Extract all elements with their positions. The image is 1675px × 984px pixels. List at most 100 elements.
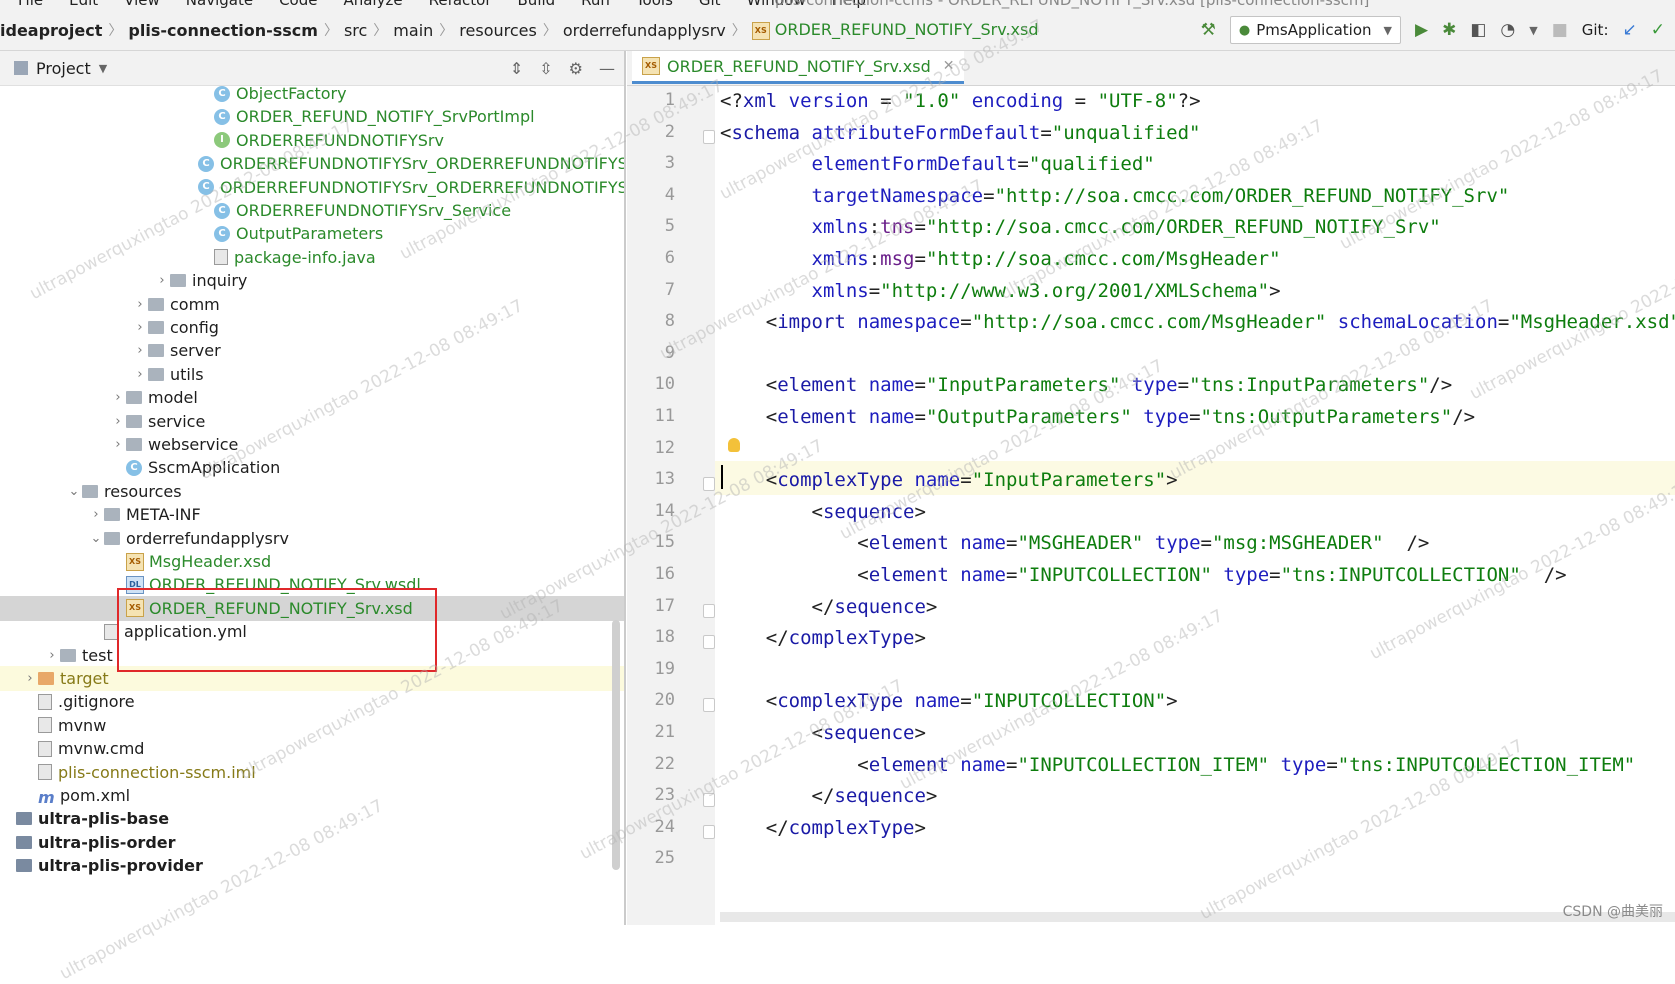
code-token: = <box>914 216 926 239</box>
tree-item[interactable]: › inquiry <box>0 268 625 293</box>
project-panel-title[interactable]: Project ▼ <box>14 59 107 78</box>
fold-marker-icon[interactable] <box>703 698 715 713</box>
menu-item[interactable]: View <box>124 0 160 9</box>
line-number: 1 <box>664 90 675 110</box>
tree-item[interactable]: .gitignore <box>0 689 625 714</box>
chevron-right-icon[interactable]: › <box>110 437 126 452</box>
tree-item[interactable]: plis-connection-sscm.iml <box>0 760 625 785</box>
tree-item[interactable]: ⌄ orderrefundapplysrv <box>0 526 625 551</box>
breadcrumb-item[interactable]: plis-connection-sscm <box>122 21 324 40</box>
breadcrumb-item-current[interactable]: XS ORDER_REFUND_NOTIFY_Srv.xsd <box>746 20 1045 40</box>
chevron-down-icon[interactable]: ▼ <box>1529 24 1537 37</box>
menu-item[interactable]: Git <box>699 0 721 9</box>
tree-item[interactable]: › comm <box>0 292 625 317</box>
collapse-all-icon[interactable]: ⇳ <box>539 59 552 78</box>
breadcrumb-item[interactable]: src <box>338 21 373 40</box>
close-icon[interactable]: ✕ <box>943 58 955 74</box>
code-line: </sequence> <box>720 781 938 811</box>
java-class-icon: C <box>198 179 214 196</box>
menu-item[interactable]: Refactor <box>429 0 492 9</box>
chevron-right-icon[interactable]: › <box>44 648 60 663</box>
breadcrumb-item[interactable]: main <box>387 21 439 40</box>
fold-marker-icon[interactable] <box>703 824 715 839</box>
stop-icon[interactable]: ■ <box>1552 20 1568 40</box>
tree-item[interactable]: XS MsgHeader.xsd <box>0 549 625 574</box>
xsd-file-icon: XS <box>642 57 660 75</box>
tree-item[interactable]: C SscmApplication <box>0 455 625 480</box>
tree-item[interactable]: C OutputParameters <box>0 221 625 246</box>
menu-item[interactable]: Build <box>518 0 556 9</box>
code-token: complexType <box>777 690 915 713</box>
code-token: < <box>720 690 778 713</box>
tree-item[interactable]: mvnw.cmd <box>0 736 625 761</box>
fold-marker-icon[interactable] <box>703 635 715 650</box>
breadcrumb-item[interactable]: ideaproject <box>0 21 108 40</box>
debug-icon[interactable]: ✱ <box>1442 20 1456 40</box>
code-editor[interactable]: <?xml version = "1.0" encoding = "UTF-8"… <box>720 86 1675 925</box>
tree-item[interactable]: m pom.xml <box>0 783 625 808</box>
chevron-right-icon[interactable]: › <box>132 343 148 358</box>
menu-item[interactable]: Code <box>279 0 317 9</box>
chevron-down-icon[interactable]: ⌄ <box>66 484 82 499</box>
chevron-right-icon[interactable]: › <box>132 297 148 312</box>
chevron-right-icon[interactable]: › <box>110 390 126 405</box>
breadcrumb-item[interactable]: resources <box>453 21 543 40</box>
code-token: element <box>868 532 961 555</box>
tree-item[interactable]: ultra-plis-base <box>0 806 625 831</box>
expand-all-icon[interactable]: ⇕ <box>510 59 523 78</box>
panel-splitter[interactable] <box>624 51 626 925</box>
tree-item[interactable]: I ORDERREFUNDNOTIFYSrv <box>0 128 625 153</box>
line-number: 10 <box>654 374 675 395</box>
fold-marker-icon[interactable] <box>703 129 715 144</box>
breadcrumb-item[interactable]: orderrefundapplysrv <box>557 21 732 40</box>
chevron-right-icon[interactable]: › <box>154 273 170 288</box>
minimize-icon[interactable]: — <box>599 59 615 78</box>
menu-item[interactable]: Navigate <box>186 0 253 9</box>
tree-item[interactable]: ultra-plis-provider <box>0 853 625 878</box>
chevron-right-icon[interactable]: › <box>132 320 148 335</box>
menu-item[interactable]: Tools <box>636 0 673 9</box>
coverage-icon[interactable]: ◧ <box>1470 20 1486 40</box>
fold-marker-icon[interactable] <box>703 603 715 618</box>
fold-marker-icon[interactable] <box>703 477 715 492</box>
fold-marker-icon[interactable] <box>703 793 715 808</box>
menu-item[interactable]: Analyze <box>343 0 402 9</box>
menu-item[interactable]: File <box>18 0 43 9</box>
tree-item[interactable]: C ORDERREFUNDNOTIFYSrv_ORDERREFUNDNOTIFYS… <box>0 151 625 176</box>
build-hammer-icon[interactable]: ⚒ <box>1201 20 1216 40</box>
run-icon[interactable]: ▶ <box>1415 20 1428 40</box>
tree-item[interactable]: C ObjectFactory <box>0 86 625 106</box>
chevron-down-icon[interactable]: ⌄ <box>88 531 104 546</box>
tree-item[interactable]: › config <box>0 315 625 340</box>
tree-item[interactable]: mvnw <box>0 713 625 738</box>
menu-item[interactable]: Edit <box>69 0 98 9</box>
profile-icon[interactable]: ◔ <box>1500 20 1515 40</box>
run-configuration-select[interactable]: ● PmsApplication ▼ <box>1229 16 1401 44</box>
code-token: < <box>720 722 823 744</box>
file-icon <box>38 717 52 734</box>
editor-tab[interactable]: XS ORDER_REFUND_NOTIFY_Srv.xsd ✕ <box>632 51 965 84</box>
tree-item[interactable]: › server <box>0 338 625 363</box>
git-commit-icon[interactable]: ✓ <box>1651 20 1665 40</box>
chevron-right-icon[interactable]: › <box>132 367 148 382</box>
code-token: "http://soa.cmcc.com/MsgHeader" <box>971 311 1327 334</box>
tree-item[interactable]: › model <box>0 385 625 410</box>
chevron-right-icon[interactable]: › <box>22 671 38 686</box>
chevron-right-icon[interactable]: › <box>110 414 126 429</box>
chevron-right-icon[interactable]: › <box>88 507 104 522</box>
tree-item[interactable]: C ORDER_REFUND_NOTIFY_SrvPortImpl <box>0 104 625 129</box>
tree-item[interactable]: › utils <box>0 362 625 387</box>
gear-icon[interactable]: ⚙ <box>569 59 583 78</box>
git-update-icon[interactable]: ↙ <box>1623 20 1637 40</box>
tree-item[interactable]: › META-INF <box>0 502 625 527</box>
tree-item[interactable]: ⌄ resources <box>0 479 625 504</box>
tree-scrollbar[interactable] <box>612 620 620 870</box>
editor-horizontal-scrollbar[interactable] <box>720 912 1675 922</box>
tree-item[interactable]: C ORDERREFUNDNOTIFYSrv_ORDERREFUNDNOTIFYS… <box>0 175 625 200</box>
tree-item[interactable]: › webservice <box>0 432 625 457</box>
menu-item[interactable]: Run <box>581 0 610 9</box>
tree-item[interactable]: ultra-plis-order <box>0 830 625 855</box>
tree-item[interactable]: › service <box>0 409 625 434</box>
tree-item[interactable]: C ORDERREFUNDNOTIFYSrv_Service <box>0 198 625 223</box>
tree-item[interactable]: package-info.java <box>0 245 625 270</box>
